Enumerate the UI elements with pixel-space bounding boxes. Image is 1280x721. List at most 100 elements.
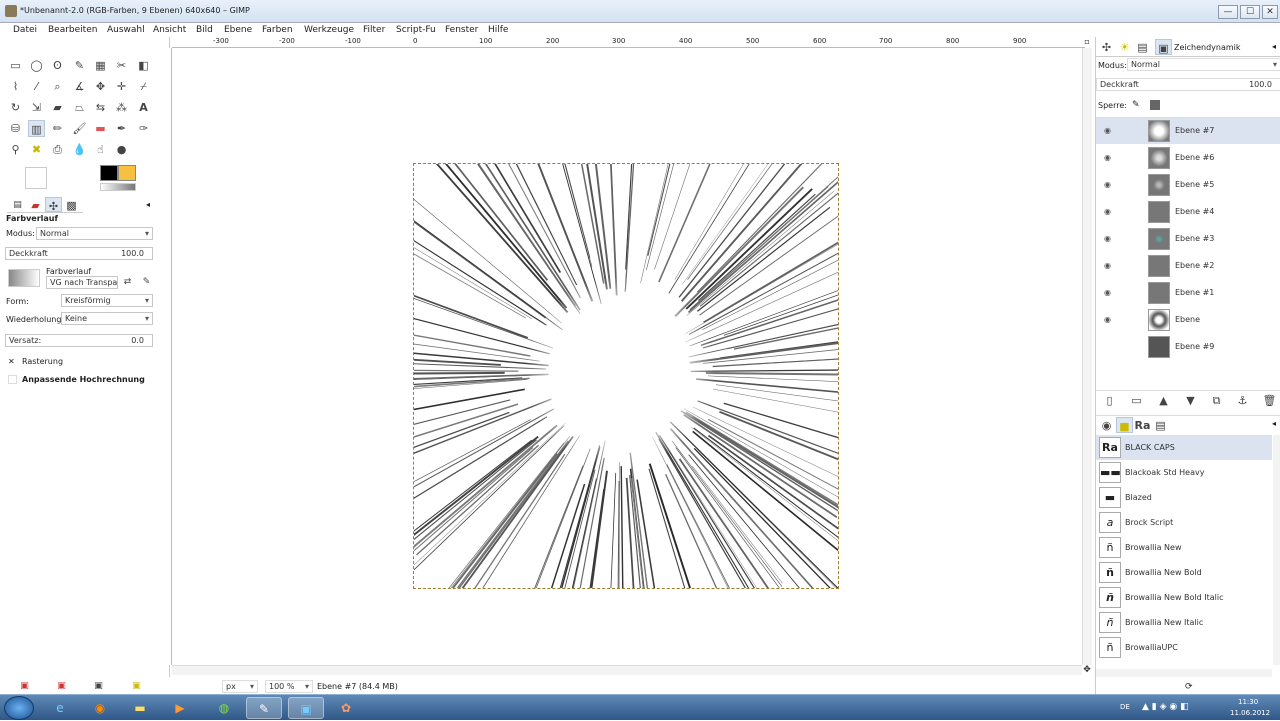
- image-canvas[interactable]: [289, 36, 950, 701]
- pencil-icon[interactable]: ✏: [49, 120, 66, 137]
- vertical-ruler[interactable]: [160, 48, 172, 665]
- lower-dock-menu-icon[interactable]: ◂: [1272, 419, 1276, 428]
- perspective-icon[interactable]: ⏢: [71, 99, 88, 116]
- hochrechnung-checkbox[interactable]: [8, 375, 17, 384]
- gradient-swatch[interactable]: [8, 269, 40, 287]
- lower-layer-icon[interactable]: ▼: [1182, 392, 1199, 408]
- visibility-eye-icon[interactable]: ◉: [1104, 288, 1111, 297]
- tab-paint-dynamics-icon[interactable]: ✣: [45, 197, 62, 213]
- tray-icons[interactable]: ▲ ▮ ◈ ◉ ◧: [1142, 702, 1189, 712]
- visibility-eye-icon[interactable]: ◉: [1104, 315, 1111, 324]
- layer-row[interactable]: Ebene #9: [1096, 334, 1280, 360]
- visibility-eye-icon[interactable]: ◉: [1104, 261, 1111, 270]
- font-item[interactable]: ñ Browallia New Bold Italic: [1096, 585, 1272, 610]
- smudge-icon[interactable]: ☝: [92, 141, 109, 158]
- wiederholung-select[interactable]: Keine: [61, 312, 153, 325]
- font-item[interactable]: ▬ Blazed: [1096, 485, 1272, 510]
- horizontal-ruler[interactable]: -300 -200 -100 0 100 200 300 400 500 600…: [172, 37, 1085, 48]
- close-button[interactable]: ✕: [1262, 5, 1278, 19]
- rasterung-checkbox[interactable]: ✕: [8, 357, 17, 366]
- tab-patterns-icon[interactable]: ▩: [63, 197, 80, 212]
- visibility-eye-icon[interactable]: ◉: [1104, 126, 1111, 135]
- visibility-eye-icon[interactable]: ◉: [1104, 153, 1111, 162]
- tab-undo-icon[interactable]: ▤: [1134, 39, 1151, 55]
- align-icon[interactable]: ✛: [113, 78, 130, 95]
- new-layer-icon[interactable]: ▯: [1101, 392, 1118, 408]
- dock-menu-icon[interactable]: ◂: [1272, 42, 1276, 51]
- raise-layer-icon[interactable]: ▲: [1155, 392, 1172, 408]
- tab-tool-options-icon[interactable]: ▤: [9, 197, 26, 212]
- heal-icon[interactable]: ✖: [28, 141, 45, 158]
- shear-icon[interactable]: ▰: [49, 99, 66, 116]
- modus-select[interactable]: Normal: [36, 227, 153, 240]
- minimize-button[interactable]: —: [1218, 5, 1238, 19]
- menu-ansicht[interactable]: Ansicht: [153, 23, 186, 37]
- rect-select-icon[interactable]: ▭: [7, 57, 24, 74]
- tab-brushes-icon[interactable]: ◉: [1098, 417, 1115, 433]
- font-list-scrollbar[interactable]: [1273, 435, 1280, 665]
- save-options-icon[interactable]: ▣: [16, 681, 33, 691]
- layer-row[interactable]: ◉ Ebene #4: [1096, 199, 1280, 225]
- move-icon[interactable]: ✥: [92, 78, 109, 95]
- ink-icon[interactable]: ✑: [135, 120, 152, 137]
- versatz-slider[interactable]: Versatz: 0.0: [5, 334, 153, 347]
- menu-ebene[interactable]: Ebene: [224, 23, 252, 37]
- layer-row[interactable]: ◉ Ebene #5: [1096, 172, 1280, 198]
- clock-time[interactable]: 11:30: [1238, 698, 1258, 706]
- edit-gradient-icon[interactable]: ✎: [138, 274, 155, 289]
- maximize-button[interactable]: ☐: [1240, 5, 1260, 19]
- menu-script-fu[interactable]: Script-Fu: [396, 23, 436, 37]
- font-item[interactable]: a Brock Script: [1096, 510, 1272, 535]
- paths-icon[interactable]: ⌇: [7, 78, 24, 95]
- fuzzy-select-icon[interactable]: ✎: [71, 57, 88, 74]
- duplicate-layer-icon[interactable]: ⧉: [1208, 392, 1225, 408]
- layer-row[interactable]: ◉ Ebene #2: [1096, 253, 1280, 279]
- tab-patterns-icon[interactable]: ■: [1116, 417, 1133, 433]
- text-tool-icon[interactable]: A: [135, 99, 152, 116]
- menu-bearbeiten[interactable]: Bearbeiten: [48, 23, 97, 37]
- form-select[interactable]: Kreisförmig: [61, 294, 153, 307]
- start-button[interactable]: [4, 696, 34, 720]
- explorer-task-icon[interactable]: ▬: [122, 697, 158, 719]
- font-item[interactable]: ñ BrowalliaUPC: [1096, 635, 1272, 660]
- layer-deckkraft-slider[interactable]: Deckkraft 100.0: [1096, 78, 1280, 91]
- font-item[interactable]: Ra BLACK CAPS: [1096, 435, 1272, 460]
- perspective-clone-icon[interactable]: ⎙: [49, 141, 66, 158]
- refresh-fonts-icon[interactable]: ⟳: [1185, 682, 1193, 692]
- menu-hilfe[interactable]: Hilfe: [488, 23, 508, 37]
- layer-row[interactable]: ◉ Ebene #1: [1096, 280, 1280, 306]
- gradient-preview[interactable]: [100, 183, 136, 191]
- chrome-task-icon[interactable]: ◍: [206, 697, 242, 719]
- paint-task-icon[interactable]: ✿: [328, 697, 364, 719]
- free-select-icon[interactable]: ʘ: [49, 57, 66, 74]
- layer-modus-select[interactable]: Normal: [1127, 58, 1280, 71]
- menu-werkzeuge[interactable]: Werkzeuge: [304, 23, 354, 37]
- delete-options-icon[interactable]: ▣: [90, 681, 107, 691]
- zoom-select[interactable]: 100 %: [265, 680, 313, 693]
- font-list-hscrollbar[interactable]: [1096, 669, 1272, 677]
- firefox-task-icon[interactable]: ◉: [82, 697, 118, 719]
- foreground-color[interactable]: [100, 165, 118, 181]
- ie-task-icon[interactable]: e: [42, 697, 78, 719]
- delete-layer-icon[interactable]: 🗑: [1261, 392, 1278, 408]
- tab-layers-icon[interactable]: ▣: [1155, 39, 1172, 55]
- clock-date[interactable]: 11.06.2012: [1230, 709, 1270, 717]
- rotate-icon[interactable]: ↻: [7, 99, 24, 116]
- quick-mask-icon[interactable]: ▫: [1082, 37, 1092, 48]
- cage-transform-icon[interactable]: ⁂: [113, 99, 130, 116]
- active-image-thumb[interactable]: [25, 167, 47, 189]
- tab-brushes-icon[interactable]: ▰: [27, 197, 44, 212]
- scissors-icon[interactable]: ✂: [113, 57, 130, 74]
- layer-row[interactable]: ◉ Ebene: [1096, 307, 1280, 333]
- airbrush-icon[interactable]: ✒: [113, 120, 130, 137]
- menu-farben[interactable]: Farben: [262, 23, 293, 37]
- color-picker-icon[interactable]: ⁄: [28, 78, 45, 95]
- color-select-icon[interactable]: ▦: [92, 57, 109, 74]
- options-menu-icon[interactable]: ◂: [146, 200, 150, 209]
- background-color[interactable]: [118, 165, 136, 181]
- zoom-icon[interactable]: ⌕: [49, 78, 66, 95]
- tab-device-status-icon[interactable]: ☀: [1116, 39, 1133, 55]
- font-item[interactable]: ñ Browallia New Italic: [1096, 610, 1272, 635]
- screen-recorder-task-icon[interactable]: ▣: [288, 697, 324, 719]
- layer-row[interactable]: ◉ Ebene #6: [1096, 145, 1280, 171]
